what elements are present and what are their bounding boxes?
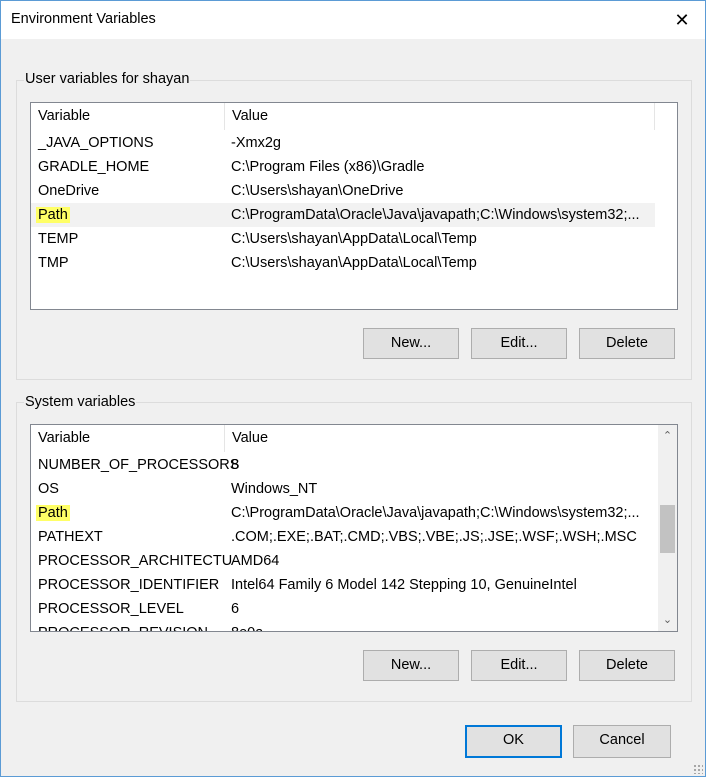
variable-name: TMP — [38, 255, 69, 271]
list-item[interactable]: PROCESSOR_IDENTIFIER Intel64 Family 6 Mod… — [31, 573, 655, 597]
variable-value: .COM;.EXE;.BAT;.CMD;.VBS;.VBE;.JS;.JSE;.… — [231, 529, 637, 545]
variable-name: NUMBER_OF_PROCESSORS — [38, 457, 240, 473]
cancel-button[interactable]: Cancel — [573, 725, 671, 758]
close-button[interactable]: ✕ — [669, 7, 695, 33]
system-variables-label: System variables — [24, 394, 137, 410]
resize-grip[interactable] — [693, 764, 703, 774]
system-list-scrollbar[interactable]: ⌃ ⌄ — [658, 425, 677, 631]
variable-name: OS — [38, 481, 59, 497]
variable-name-highlight: Path — [36, 505, 70, 521]
variable-value: C:\ProgramData\Oracle\Java\javapath;C:\W… — [231, 505, 640, 521]
list-item[interactable]: PATHEXT .COM;.EXE;.BAT;.CMD;.VBS;.VBE;.JS… — [31, 525, 655, 549]
user-new-button[interactable]: New... — [363, 328, 459, 359]
user-variables-list[interactable]: Variable Value _JAVA_OPTIONS -Xmx2g GRADLE… — [30, 102, 678, 310]
column-header-value[interactable]: Value — [225, 425, 655, 452]
user-list-header: Variable Value — [31, 103, 677, 130]
variable-name: PATHEXT — [38, 529, 103, 545]
variable-value: Windows_NT — [231, 481, 318, 497]
list-item[interactable]: OS Windows_NT — [31, 477, 655, 501]
variable-name-highlight: Path — [36, 207, 70, 223]
system-new-button[interactable]: New... — [363, 650, 459, 681]
close-icon: ✕ — [674, 10, 690, 30]
variable-name: _JAVA_OPTIONS — [38, 135, 154, 151]
title-bar: Environment Variables ✕ — [1, 1, 705, 39]
variable-value: C:\Users\shayan\OneDrive — [231, 183, 404, 199]
list-item[interactable]: Path C:\ProgramData\Oracle\Java\javapath;… — [31, 203, 655, 227]
list-item[interactable]: TMP C:\Users\shayan\AppData\Local\Temp — [31, 251, 655, 275]
chevron-up-icon[interactable]: ⌃ — [658, 427, 677, 445]
variable-name: PROCESSOR_IDENTIFIER — [38, 577, 220, 593]
user-variables-label: User variables for shayan — [24, 71, 191, 87]
variable-value: Intel64 Family 6 Model 142 Stepping 10, … — [231, 577, 577, 593]
variable-name: PROCESSOR_REVISION — [38, 621, 208, 631]
list-item[interactable]: Path C:\ProgramData\Oracle\Java\javapath;… — [31, 501, 655, 525]
variable-value: C:\Users\shayan\AppData\Local\Temp — [231, 231, 477, 247]
variable-value: C:\Program Files (x86)\Gradle — [231, 159, 425, 175]
variable-value: AMD64 — [231, 553, 280, 569]
variable-name: Path — [36, 501, 70, 525]
variable-value: 6 — [231, 601, 240, 617]
user-delete-button[interactable]: Delete — [579, 328, 675, 359]
scroll-thumb[interactable] — [660, 505, 675, 553]
list-item[interactable]: OneDrive C:\Users\shayan\OneDrive — [31, 179, 655, 203]
ok-button[interactable]: OK — [465, 725, 562, 758]
variable-value: 8 — [231, 457, 240, 473]
variable-name: GRADLE_HOME — [38, 159, 150, 175]
column-header-variable[interactable]: Variable — [31, 103, 225, 130]
system-edit-button[interactable]: Edit... — [471, 650, 567, 681]
variable-value: 8e0a — [231, 621, 650, 631]
variable-value: C:\Users\shayan\AppData\Local\Temp — [231, 255, 477, 271]
variable-value: -Xmx2g — [231, 135, 281, 151]
window-title: Environment Variables — [11, 11, 156, 27]
list-item[interactable]: PROCESSOR_LEVEL 6 — [31, 597, 655, 621]
list-item[interactable]: GRADLE_HOME C:\Program Files (x86)\Gradle — [31, 155, 655, 179]
environment-variables-dialog: Environment Variables ✕ User variables f… — [0, 0, 706, 777]
column-header-variable[interactable]: Variable — [31, 425, 225, 452]
system-list-header: Variable Value — [31, 425, 677, 452]
list-item[interactable]: _JAVA_OPTIONS -Xmx2g — [31, 131, 655, 155]
user-edit-button[interactable]: Edit... — [471, 328, 567, 359]
variable-name: TEMP — [38, 231, 79, 247]
list-item[interactable]: TEMP C:\Users\shayan\AppData\Local\Temp — [31, 227, 655, 251]
variable-value: C:\ProgramData\Oracle\Java\javapath;C:\W… — [231, 207, 640, 223]
variable-name: OneDrive — [38, 183, 100, 199]
column-header-value[interactable]: Value — [225, 103, 655, 130]
variable-name: PROCESSOR_ARCHITECTU — [38, 553, 233, 569]
chevron-down-icon[interactable]: ⌄ — [658, 611, 677, 629]
system-delete-button[interactable]: Delete — [579, 650, 675, 681]
list-item[interactable]: NUMBER_OF_PROCESSORS 8 — [31, 453, 655, 477]
system-variables-list[interactable]: Variable Value NUMBER_OF_PROCESSORS 8 OS Wi… — [30, 424, 678, 632]
variable-name: PROCESSOR_LEVEL — [38, 601, 184, 617]
variable-name: Path — [36, 203, 70, 227]
list-item[interactable]: PROCESSOR_REVISION 8e0a — [31, 621, 655, 631]
list-item[interactable]: PROCESSOR_ARCHITECTU AMD64 — [31, 549, 655, 573]
